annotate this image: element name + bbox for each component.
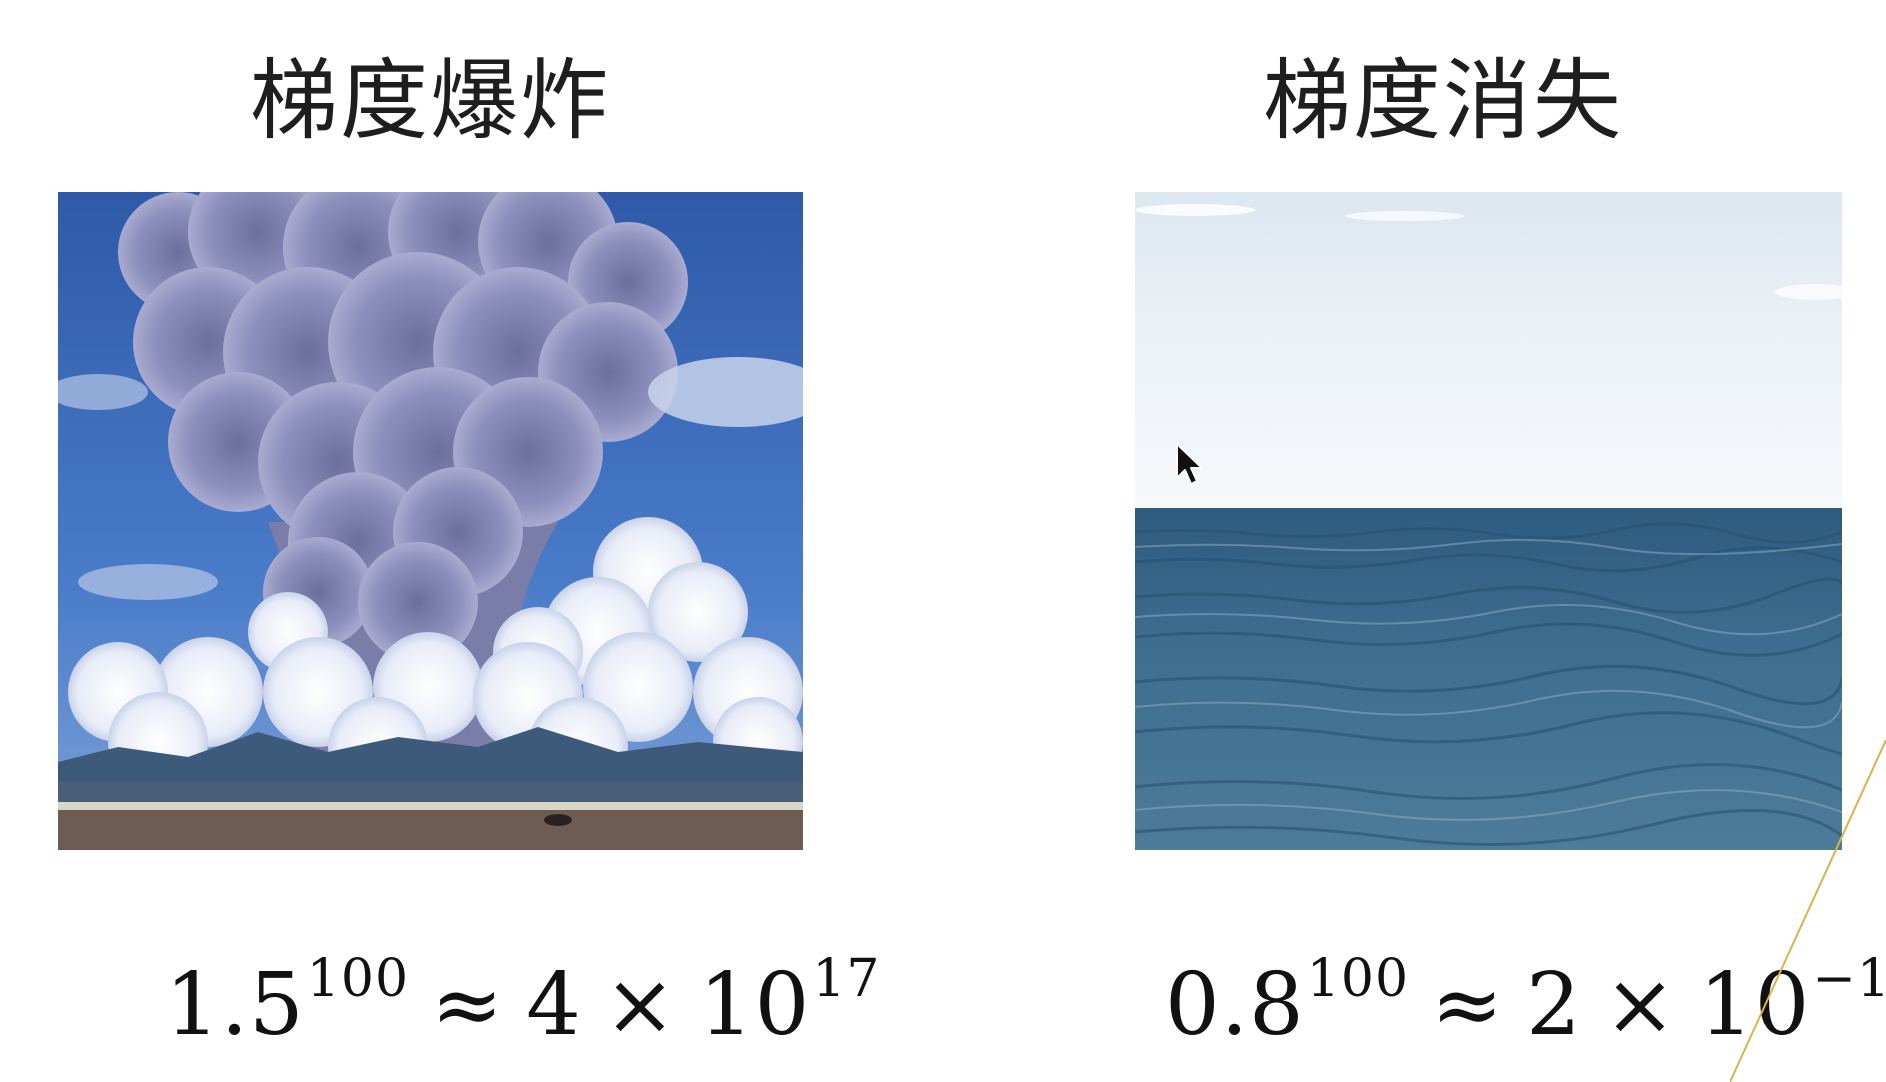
left-formula: 1.5100 ≈4 × 1017	[165, 949, 881, 1055]
volcanic-eruption-photo	[58, 192, 803, 850]
left-formula-power-exponent: 17	[812, 949, 881, 1009]
left-formula-exponent: 100	[306, 949, 410, 1009]
left-formula-approx: ≈	[431, 955, 505, 1055]
slide-edge-line	[1730, 740, 1886, 1082]
left-panel: 梯度爆炸 1.5100 ≈ 4 × 1017	[0, 0, 943, 1082]
mouse-pointer-icon	[1176, 443, 1203, 485]
right-formula-base: 0.8	[1165, 955, 1305, 1055]
right-formula-approx: ≈	[1431, 955, 1505, 1055]
left-formula-power-base: 10	[698, 955, 811, 1055]
right-formula-times: ×	[1603, 955, 1677, 1055]
left-formula-base: 1.5	[165, 955, 305, 1055]
left-formula-times: ×	[603, 955, 677, 1055]
left-title: 梯度爆炸	[249, 49, 610, 152]
right-title: 梯度消失	[1262, 49, 1623, 152]
left-formula-coefficient: 4	[526, 955, 582, 1055]
right-formula-coefficient: 2	[1526, 955, 1582, 1055]
right-formula-exponent: 100	[1306, 949, 1410, 1009]
